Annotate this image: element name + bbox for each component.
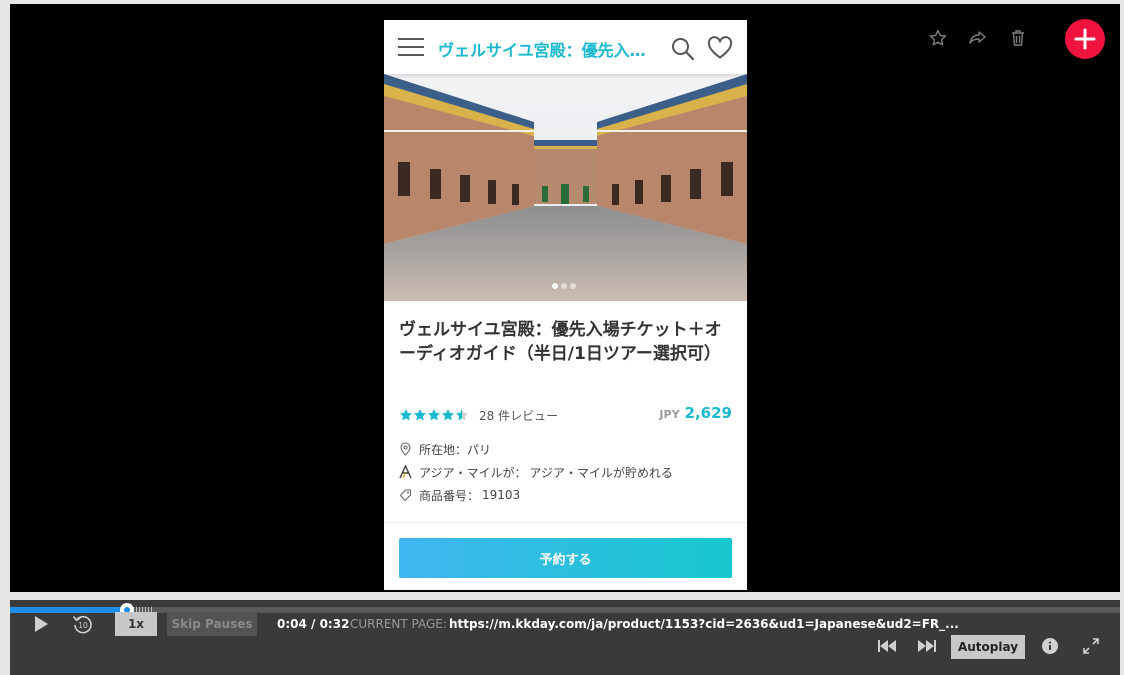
star-icon (442, 409, 454, 421)
mobile-header: ヴェルサイユ宮殿：優先入… (384, 20, 747, 74)
asia-miles-label: アジア・マイルが： (419, 465, 527, 480)
book-button[interactable]: 予約する (399, 538, 732, 578)
slide-indicator[interactable] (552, 283, 576, 289)
skip-pauses-button[interactable]: Skip Pauses (167, 612, 257, 636)
trash-icon[interactable] (1008, 28, 1028, 48)
player-controls: 10 1x Skip Pauses 0:04 / 0:32 CURRENT PA… (10, 600, 1120, 675)
svg-text:10: 10 (78, 621, 88, 630)
plus-icon (1074, 28, 1096, 50)
share-arrow-icon[interactable] (968, 28, 988, 48)
product-number-label: 商品番号： (419, 488, 480, 503)
fullscreen-icon[interactable] (1083, 638, 1099, 654)
rating-stars (399, 408, 469, 422)
price-amount: 2,629 (684, 404, 732, 422)
next-page-icon[interactable] (917, 639, 937, 653)
current-page-url[interactable]: https://m.kkday.com/ja/product/1153?cid=… (449, 617, 959, 631)
slide-dot[interactable] (561, 283, 567, 289)
price-currency: JPY (659, 408, 680, 421)
booking-bar: 予約する (384, 522, 747, 590)
star-outline-icon[interactable] (928, 28, 948, 48)
location-row: 所在地： パリ (399, 440, 491, 458)
rating-row[interactable]: 28 件レビュー (399, 406, 558, 424)
replay-stage: ヴェルサイユ宮殿：優先入… ヴェルサイユ宮殿：優先入場チケット＋オーディオガイド… (10, 4, 1120, 592)
star-icon (400, 409, 412, 421)
speed-button[interactable]: 1x (115, 612, 157, 636)
asia-miles-value: アジア・マイルが貯めれる (529, 465, 674, 480)
product-number-value: 19103 (482, 488, 521, 502)
autoplay-button[interactable]: Autoplay (951, 635, 1025, 659)
add-button[interactable] (1065, 19, 1105, 59)
heart-icon[interactable] (707, 36, 733, 60)
tag-icon (399, 488, 412, 502)
search-icon[interactable] (670, 36, 695, 61)
star-icon (428, 409, 440, 421)
playback-time: 0:04 / 0:32 (277, 617, 350, 631)
hamburger-menu-icon[interactable] (398, 38, 424, 58)
location-pin-icon (399, 442, 412, 456)
previous-page-icon[interactable] (877, 639, 897, 653)
play-icon[interactable] (33, 615, 49, 633)
slide-dot[interactable] (552, 283, 558, 289)
asia-miles-row: アジア・マイルが： アジア・マイルが貯めれる (399, 463, 673, 481)
product-title: ヴェルサイユ宮殿：優先入場チケット＋オーディオガイド（半日/1日ツアー選択可） (399, 320, 722, 364)
info-icon[interactable] (1042, 638, 1058, 654)
product-number-row: 商品番号： 19103 (399, 486, 520, 504)
location-value: パリ (467, 442, 492, 457)
slide-dot[interactable] (570, 283, 576, 289)
product-photo[interactable] (384, 74, 747, 301)
asia-miles-icon (399, 465, 412, 479)
played-segment (10, 607, 127, 613)
recorded-mobile-page: ヴェルサイユ宮殿：優先入… ヴェルサイユ宮殿：優先入場チケット＋オーディオガイド… (384, 20, 747, 590)
header-title: ヴェルサイユ宮殿：優先入… (438, 41, 646, 60)
rewind-10-icon[interactable]: 10 (71, 612, 95, 636)
half-star-icon (456, 409, 468, 421)
current-page-label: CURRENT PAGE: (350, 617, 447, 631)
price: JPY 2,629 (659, 404, 732, 422)
review-count[interactable]: 28 件レビュー (479, 407, 558, 424)
location-label: 所在地： (419, 442, 468, 457)
star-icon (414, 409, 426, 421)
